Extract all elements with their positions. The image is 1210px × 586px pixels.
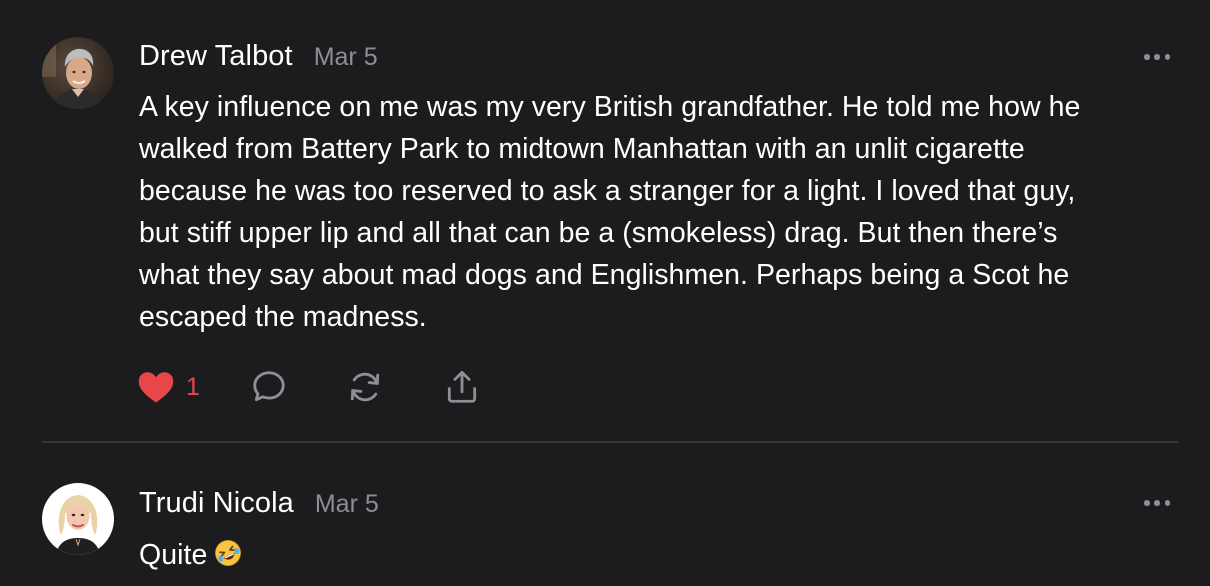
author-name[interactable]: Trudi Nicola <box>139 487 294 520</box>
illustrated-avatar-icon <box>42 483 114 555</box>
comment-body: A key influence on me was my very Britis… <box>139 86 1179 338</box>
comment-text: Quite <box>139 539 208 571</box>
comment-line: escaped the madness. <box>139 301 427 333</box>
rolling-on-floor-laughing-emoji-icon <box>213 538 243 580</box>
avatar[interactable] <box>42 483 114 555</box>
comment-trudi-nicola: Trudi Nicola Mar 5 Quite <box>0 443 1210 586</box>
comment-body: Quite <box>139 534 1179 580</box>
comment-line: walked from Battery Park to midtown Manh… <box>139 133 1025 165</box>
comment-line: A key influence on me was my very Britis… <box>139 91 1081 123</box>
comment-date[interactable]: Mar 5 <box>314 43 378 72</box>
comment-line: because he was too reserved to ask a str… <box>139 175 1076 207</box>
profile-photo-icon <box>42 37 114 109</box>
avatar[interactable] <box>42 37 114 109</box>
more-options-icon[interactable] <box>1144 52 1170 62</box>
comment-header: Drew Talbot Mar 5 <box>139 40 378 73</box>
more-options-icon[interactable] <box>1144 498 1170 508</box>
comment-date[interactable]: Mar 5 <box>315 490 379 519</box>
heart-icon <box>138 371 174 402</box>
comment-icon <box>253 371 285 402</box>
restack-icon <box>350 372 380 402</box>
reply-button[interactable] <box>250 368 288 406</box>
comment-header: Trudi Nicola Mar 5 <box>139 487 379 520</box>
comment-line: but stiff upper lip and all that can be … <box>139 217 1058 249</box>
comment-line: what they say about mad dogs and English… <box>139 259 1070 291</box>
share-icon <box>447 371 477 403</box>
like-button[interactable]: 1 <box>138 368 200 406</box>
like-count: 1 <box>186 372 200 401</box>
share-button[interactable] <box>443 368 481 406</box>
comment-drew-talbot: Drew Talbot Mar 5 A key influence on me … <box>0 0 1210 442</box>
restack-button[interactable] <box>346 368 384 406</box>
author-name[interactable]: Drew Talbot <box>139 40 293 73</box>
